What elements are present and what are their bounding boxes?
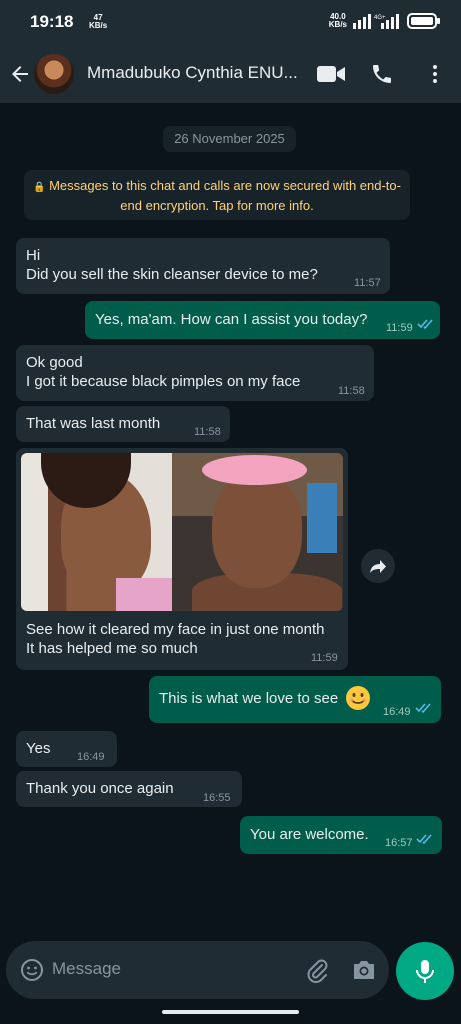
battery-icon <box>407 13 440 29</box>
message-time: 11:59 <box>386 322 413 334</box>
contact-name[interactable]: Mmadubuko Cynthia ENU... <box>87 63 298 83</box>
message-bubble[interactable]: Thank you once again 16:55 <box>16 771 242 807</box>
image-message-bubble[interactable]: See how it cleared my face in just one m… <box>16 448 348 670</box>
message-bubble[interactable]: Yes 16:49 <box>16 731 117 767</box>
message-time: 11:57 <box>354 277 381 289</box>
chat-area[interactable]: 26 November 2025 🔒 Messages to this chat… <box>0 103 461 941</box>
encryption-notice-text: Messages to this chat and calls are now … <box>49 178 401 213</box>
before-photo <box>21 453 176 611</box>
chat-header: Mmadubuko Cynthia ENU... <box>0 46 461 103</box>
message-text: You are welcome. <box>250 826 369 843</box>
message-bubble[interactable]: That was last month 11:58 <box>16 406 230 442</box>
video-call-icon[interactable] <box>316 62 346 86</box>
message-input[interactable]: Message <box>6 941 389 999</box>
message-text: Thank you once again <box>26 780 174 797</box>
message-time: 16:57 <box>385 837 413 849</box>
date-chip: 26 November 2025 <box>163 126 296 152</box>
microphone-icon <box>416 960 434 983</box>
message-text: Did you sell the skin cleanser device to… <box>26 266 318 283</box>
headband-shape <box>202 455 307 485</box>
message-bubble[interactable]: Ok good I got it because black pimples o… <box>16 345 374 401</box>
phone-call-icon[interactable] <box>370 62 394 86</box>
back-arrow-icon[interactable] <box>8 62 32 86</box>
data-speed-unit: KB/s <box>89 21 108 30</box>
message-text: It has helped me so much <box>26 640 198 657</box>
attach-icon[interactable] <box>305 958 329 984</box>
shirt-shape <box>116 578 176 611</box>
after-photo <box>172 453 343 611</box>
smiling-face-emoji-icon <box>346 686 370 710</box>
voice-message-button[interactable] <box>396 942 454 1000</box>
message-bubble[interactable]: You are welcome. 16:57 <box>240 816 442 854</box>
composer-bar: Message <box>0 941 461 1024</box>
forward-icon <box>370 560 386 573</box>
message-time: 11:58 <box>194 426 221 438</box>
network-speed: 40.0 KB/s <box>329 13 347 29</box>
forward-button[interactable] <box>361 549 395 583</box>
emoji-icon[interactable] <box>20 958 44 982</box>
message-bubble[interactable]: Hi Did you sell the skin cleanser device… <box>16 238 390 294</box>
window-shape <box>307 483 337 553</box>
message-text: Yes, ma'am. How can I assist you today? <box>95 311 368 328</box>
message-text: Yes <box>26 740 51 757</box>
status-bar: 19:18 47 KB/s 40.0 KB/s 4G+ <box>0 0 461 46</box>
message-text: Hi <box>26 247 41 264</box>
face-shape <box>212 473 302 588</box>
lock-icon: 🔒 <box>33 182 46 193</box>
shared-photo[interactable] <box>21 453 343 611</box>
avatar[interactable] <box>34 54 74 94</box>
status-time: 19:18 <box>30 12 74 31</box>
gesture-nav-bar[interactable] <box>162 1010 299 1014</box>
network-speed-unit: KB/s <box>328 20 347 29</box>
data-speed: 47 KB/s <box>89 14 107 30</box>
message-time: 11:58 <box>338 385 365 397</box>
read-receipt-icon <box>415 703 431 714</box>
message-time: 16:55 <box>203 792 231 804</box>
more-options-icon[interactable] <box>423 62 447 86</box>
message-text: Ok good <box>26 354 83 371</box>
message-bubble[interactable]: This is what we love to see 16:49 <box>149 676 441 723</box>
svg-text:4G+: 4G+ <box>374 15 386 21</box>
encryption-notice[interactable]: 🔒 Messages to this chat and calls are no… <box>24 170 410 220</box>
read-receipt-icon <box>416 834 432 845</box>
message-bubble[interactable]: Yes, ma'am. How can I assist you today? … <box>85 301 440 339</box>
message-placeholder: Message <box>52 959 121 978</box>
read-receipt-icon <box>417 319 433 330</box>
message-text: That was last month <box>26 415 161 432</box>
signal-icon: 4G+ <box>353 14 399 29</box>
camera-icon[interactable] <box>351 958 377 982</box>
message-text: See how it cleared my face in just one m… <box>26 621 325 638</box>
message-text: This is what we love to see <box>159 690 339 707</box>
message-time: 11:59 <box>311 652 338 664</box>
message-time: 16:49 <box>77 751 105 763</box>
message-time: 16:49 <box>383 706 411 718</box>
message-text: I got it because black pimples on my fac… <box>26 373 301 390</box>
status-icons: 40.0 KB/s 4G+ <box>329 13 441 29</box>
